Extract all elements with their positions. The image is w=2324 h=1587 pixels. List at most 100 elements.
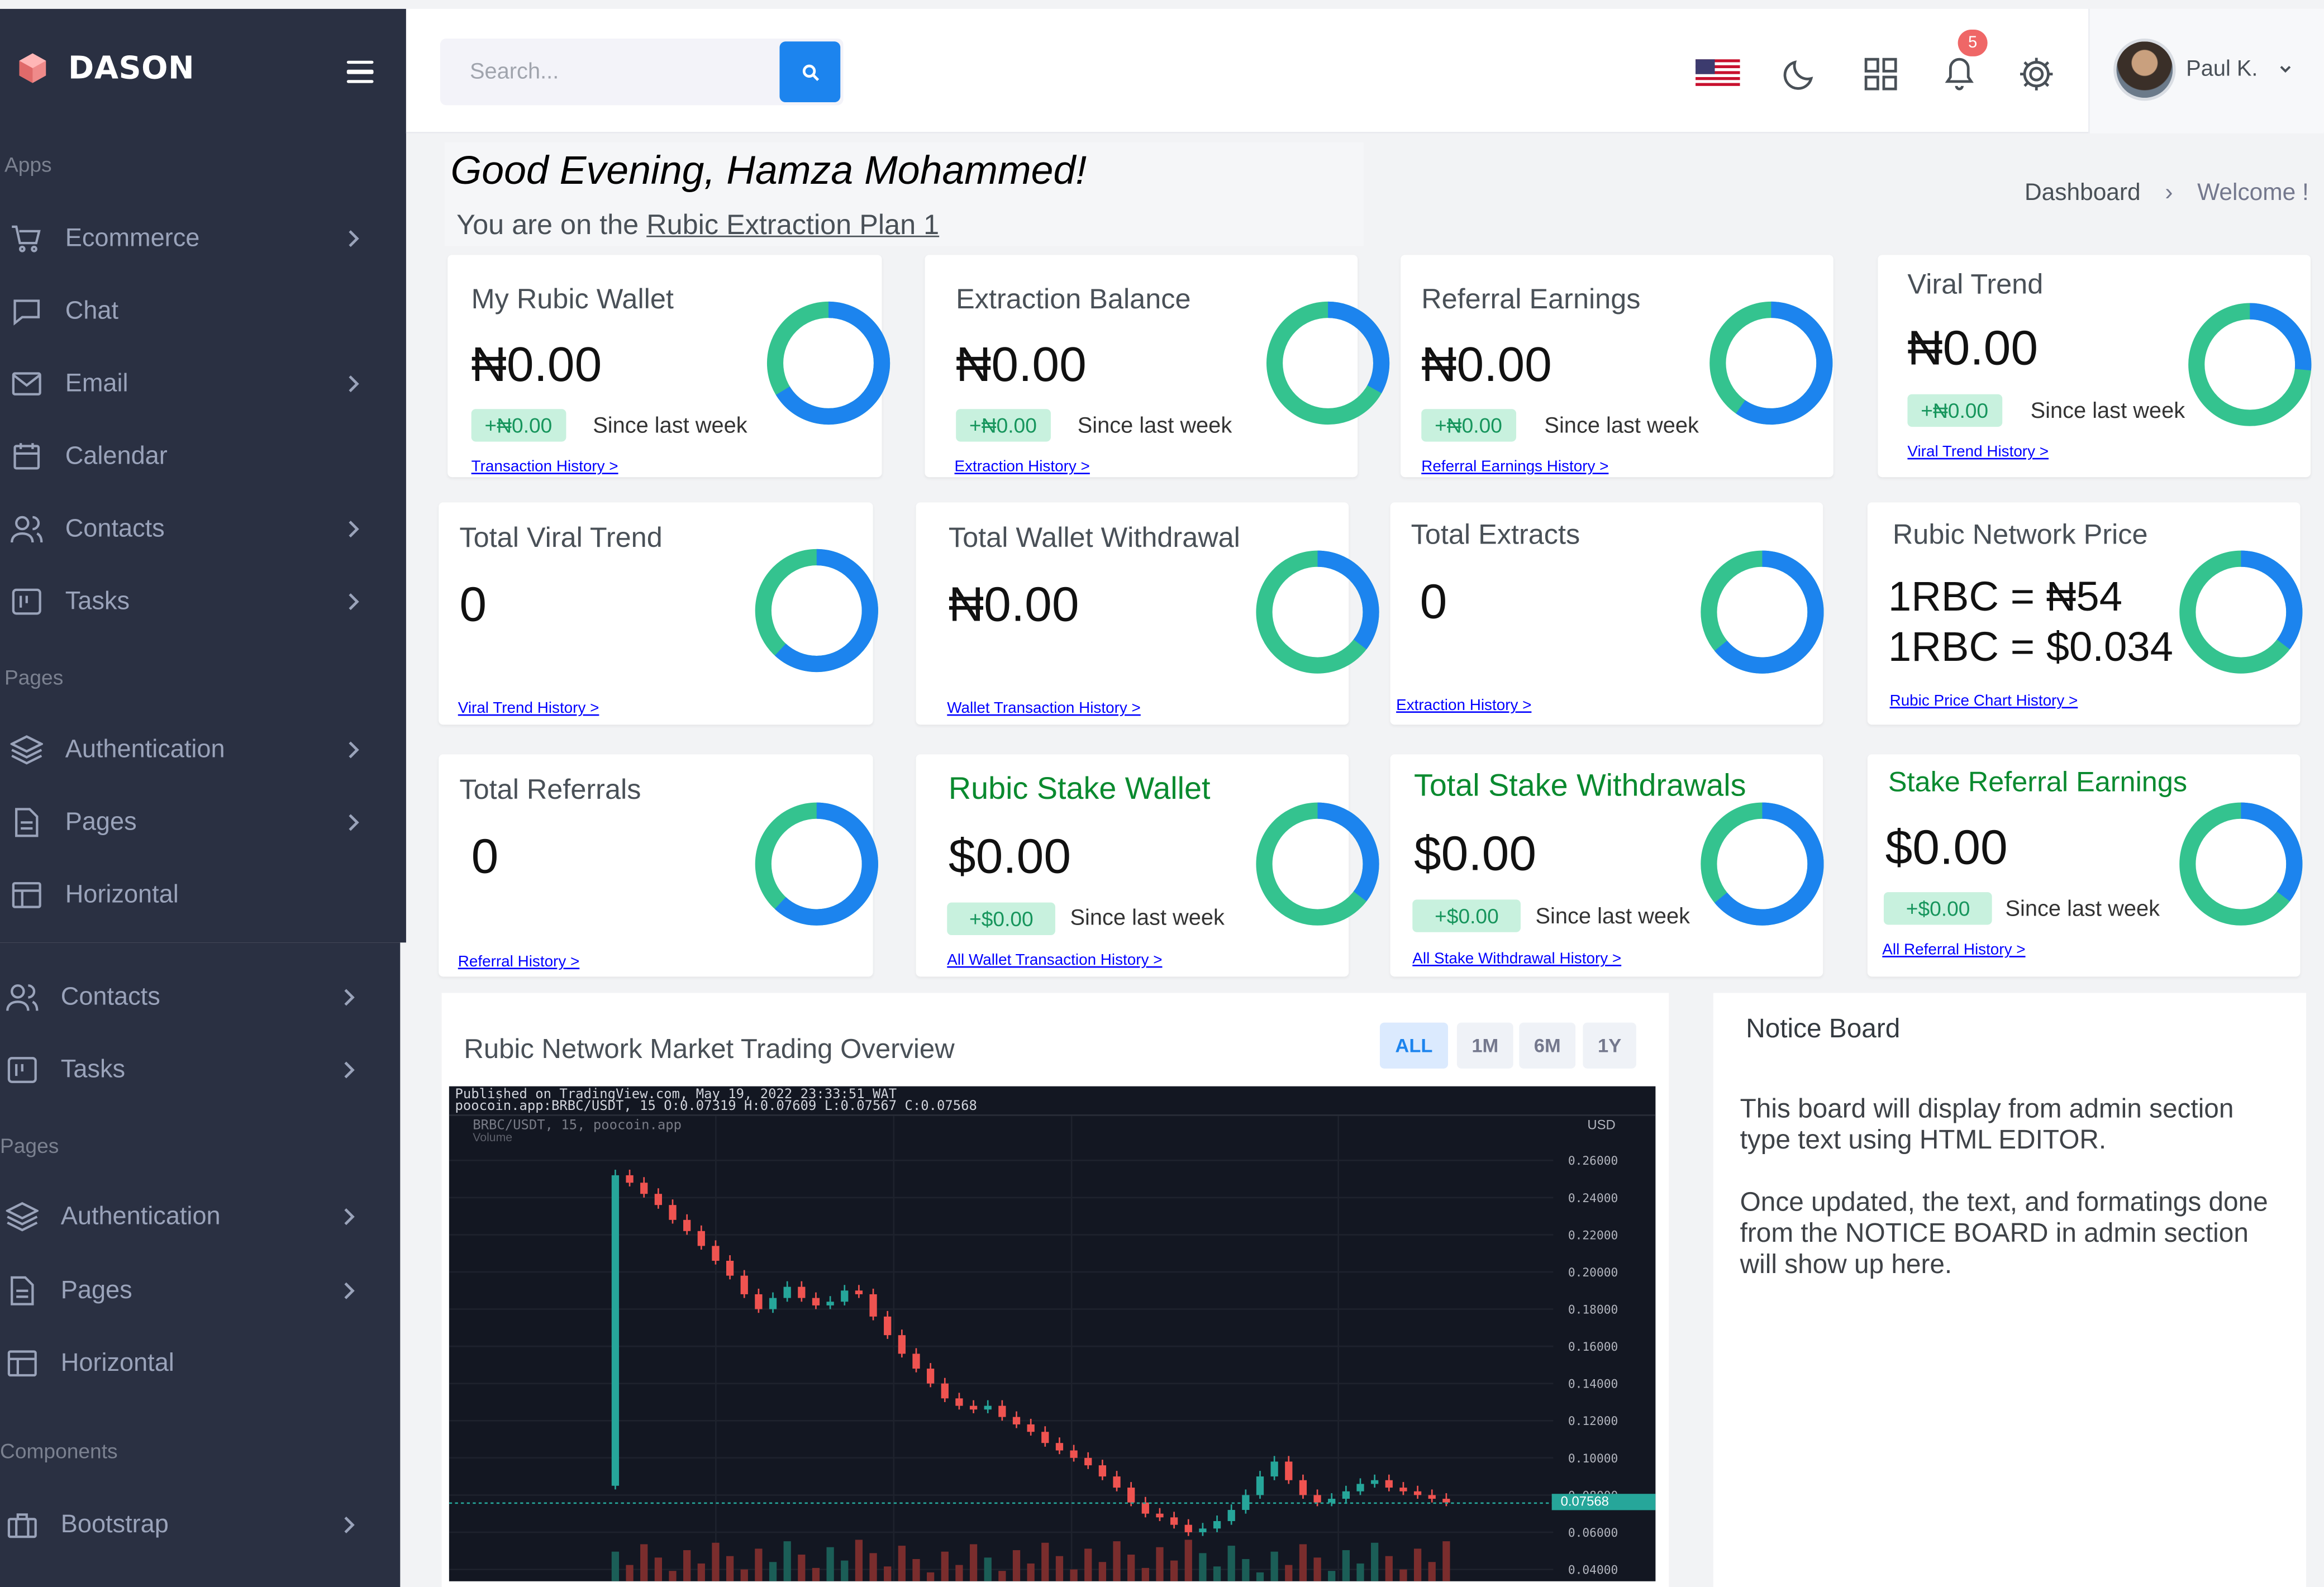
sidebar-item-horizontal[interactable]: Horizontal <box>9 873 374 918</box>
range-all-button[interactable]: ALL <box>1379 1022 1448 1069</box>
candle <box>1156 1513 1164 1518</box>
y-tick-label: 0.24000 <box>1568 1192 1618 1205</box>
history-link[interactable]: Viral Trend History > <box>1907 443 2049 461</box>
donut-chart <box>755 549 878 673</box>
history-link[interactable]: Referral Earnings History > <box>1421 458 1608 476</box>
layers-icon <box>9 733 45 766</box>
volume-bar <box>1356 1563 1364 1581</box>
history-link[interactable]: Referral History > <box>458 953 580 971</box>
volume-bar <box>841 1560 849 1581</box>
history-link[interactable]: All Stake Withdrawal History > <box>1412 950 1621 968</box>
moon-icon[interactable] <box>1782 56 1817 92</box>
card-title: Total Extracts <box>1411 520 1580 551</box>
history-link[interactable]: Viral Trend History > <box>458 699 599 717</box>
sidebar-item-pages[interactable]: Pages <box>4 1269 369 1313</box>
price-usd: 1RBC = $0.034 <box>1888 623 2173 670</box>
volume-bar <box>826 1547 834 1581</box>
chevron-right-icon <box>349 375 359 393</box>
card-value: $0.00 <box>1413 825 1537 880</box>
user-name: Paul K. <box>2186 56 2258 82</box>
card-rubic-network-price: Rubic Network Price 1RBC = ₦54 1RBC = $0… <box>1867 502 2303 725</box>
sidebar-item-authentication[interactable]: Authentication <box>4 1194 369 1239</box>
candle <box>1141 1502 1149 1514</box>
sidebar-item-label: Tasks <box>60 1055 126 1084</box>
user-menu[interactable]: Paul K. <box>2088 8 2324 134</box>
app-logo[interactable]: DASON <box>15 50 195 86</box>
card-total-extracts: Total Extracts 0 Extraction History > <box>1390 502 1824 725</box>
card-value: ₦0.00 <box>956 336 1087 392</box>
card-title: Total Viral Trend <box>459 523 663 555</box>
card-rubic-stake-wallet: Rubic Stake Wallet $0.00 +$0.00 Since la… <box>916 754 1379 977</box>
volume-bar <box>969 1544 978 1581</box>
history-link[interactable]: Extraction History > <box>1396 697 1531 714</box>
since-label: Since last week <box>593 413 747 439</box>
sidebar-item-contacts[interactable]: Contacts <box>4 975 369 1020</box>
range-1m-button[interactable]: 1M <box>1456 1022 1513 1069</box>
sidebar-item-pages[interactable]: Pages <box>9 800 374 845</box>
breadcrumb-home[interactable]: Dashboard <box>2025 181 2141 206</box>
users-icon <box>9 513 45 545</box>
volume-bar <box>927 1572 935 1581</box>
sidebar-item-contacts[interactable]: Contacts <box>9 507 374 551</box>
candle <box>884 1316 892 1336</box>
range-6m-button[interactable]: 6M <box>1519 1022 1576 1069</box>
candle <box>1313 1495 1321 1503</box>
candle <box>1227 1510 1235 1521</box>
apps-grid-icon[interactable] <box>1864 58 1897 90</box>
volume-bar <box>1184 1540 1192 1581</box>
sidebar-item-chat[interactable]: Chat <box>9 289 374 333</box>
candle <box>912 1354 920 1369</box>
candle <box>941 1383 949 1399</box>
sidebar-item-horizontal[interactable]: Horizontal <box>4 1341 369 1386</box>
search-box[interactable]: Search... <box>440 38 844 106</box>
notice-line: This board will display from admin secti… <box>1740 1093 2234 1123</box>
menu-toggle-icon[interactable] <box>346 60 374 83</box>
volume-bar <box>855 1540 863 1581</box>
history-link[interactable]: Wallet Transaction History > <box>947 699 1141 717</box>
sidebar-item-label: Pages <box>65 807 137 836</box>
card-stake-referral-earnings: Stake Referral Earnings $0.00 +$0.00 Sin… <box>1867 754 2303 977</box>
search-input[interactable]: Search... <box>470 59 559 84</box>
candle <box>1428 1495 1436 1499</box>
candle <box>1328 1499 1336 1503</box>
sidebar-item-tasks[interactable]: Tasks <box>4 1048 369 1093</box>
search-button[interactable] <box>779 41 841 103</box>
candle <box>1413 1491 1422 1495</box>
candle <box>654 1194 663 1205</box>
us-flag-icon[interactable] <box>1696 59 1740 89</box>
market-title: Rubic Network Market Trading Overview <box>464 1033 955 1064</box>
card-value: $0.00 <box>948 828 1071 884</box>
volume-bar <box>1285 1565 1293 1581</box>
sidebar-item-bootstrap[interactable]: Bootstrap <box>4 1503 369 1547</box>
history-link[interactable]: Extraction History > <box>955 458 1090 476</box>
history-link[interactable]: All Referral History > <box>1882 941 2025 959</box>
sidebar-item-authentication[interactable]: Authentication <box>9 728 374 773</box>
history-link[interactable]: Transaction History > <box>472 458 618 476</box>
range-1y-button[interactable]: 1Y <box>1583 1022 1636 1069</box>
sidebar-item-ecommerce[interactable]: Ecommerce <box>9 216 374 261</box>
sidebar-item-calendar[interactable]: Calendar <box>9 434 374 479</box>
card-total-viral-trend: Total Viral Trend 0 Viral Trend History … <box>439 502 878 725</box>
candle <box>1385 1480 1393 1488</box>
file-icon <box>9 806 45 838</box>
bell-icon[interactable] <box>1941 54 1977 92</box>
volume-bar <box>941 1551 949 1581</box>
sidebar-item-label: Contacts <box>60 982 160 1011</box>
card-value: $0.00 <box>1885 819 2008 875</box>
plan-link[interactable]: Rubic Extraction Plan 1 <box>646 211 939 242</box>
card-value: ₦0.00 <box>1907 320 2039 375</box>
settings-gear-icon[interactable] <box>2017 55 2056 93</box>
history-link[interactable]: Rubic Price Chart History > <box>1890 692 2078 710</box>
sidebar-item-email[interactable]: Email <box>9 361 374 406</box>
volume-bar <box>955 1565 963 1581</box>
history-link[interactable]: All Wallet Transaction History > <box>947 951 1162 969</box>
candle <box>1070 1450 1078 1458</box>
sidebar-item-tasks[interactable]: Tasks <box>9 579 374 624</box>
candle <box>812 1298 820 1305</box>
change-badge: +$0.00 <box>1883 892 1993 925</box>
cube-logo-icon <box>19 53 46 83</box>
chevron-down-icon <box>2280 65 2291 73</box>
plan-text: You are on the Rubic Extraction Plan 1 <box>456 211 939 243</box>
briefcase-icon <box>4 1509 40 1541</box>
mail-icon <box>9 368 45 400</box>
